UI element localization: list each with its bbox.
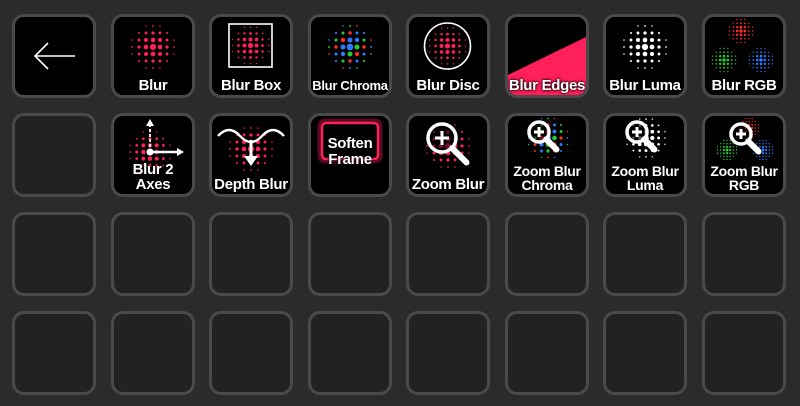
key-zoom-blur-chroma[interactable]: Zoom Blur Chroma: [505, 113, 589, 197]
key-label: Zoom Blur: [411, 176, 485, 193]
key-label: Zoom Blur Chroma: [513, 163, 581, 193]
key-empty-15[interactable]: [505, 311, 589, 395]
key-label: Blur Chroma: [312, 78, 388, 93]
key-empty-11[interactable]: [111, 311, 195, 395]
stream-deck-grid: Blur Blur Box Blur Chroma Blur Disc Blur Edg…: [0, 0, 800, 406]
key-empty-3[interactable]: [111, 212, 195, 296]
key-blur-disc[interactable]: Blur Disc: [406, 14, 490, 98]
key-empty-4[interactable]: [209, 212, 293, 296]
key-label: Blur Box: [220, 77, 282, 94]
key-empty-5[interactable]: [308, 212, 392, 296]
key-zoom-blur-luma[interactable]: Zoom Blur Luma: [603, 113, 687, 197]
key-blur-2-axes[interactable]: Blur 2 Axes: [111, 113, 195, 197]
key-back[interactable]: [12, 14, 96, 98]
key-blur-box[interactable]: Blur Box: [209, 14, 293, 98]
key-depth-blur[interactable]: Depth Blur: [209, 113, 293, 197]
key-label: Blur Edges: [508, 77, 586, 94]
key-empty-14[interactable]: [406, 311, 490, 395]
key-empty-1[interactable]: [12, 113, 96, 197]
key-empty-6[interactable]: [406, 212, 490, 296]
key-label: Depth Blur: [214, 176, 288, 193]
key-empty-9[interactable]: [702, 212, 786, 296]
key-label: Blur 2 Axes: [132, 161, 174, 193]
key-label: Blur RGB: [711, 77, 777, 94]
key-blur-rgb[interactable]: Blur RGB: [702, 14, 786, 98]
key-blur-edges[interactable]: Blur Edges: [505, 14, 589, 98]
key-label: Zoom Blur RGB: [710, 163, 778, 193]
key-empty-16[interactable]: [603, 311, 687, 395]
key-soften-frame[interactable]: Soften Frame: [308, 113, 392, 197]
back-arrow-icon: [33, 42, 75, 70]
key-zoom-blur-rgb[interactable]: Zoom Blur RGB: [702, 113, 786, 197]
key-empty-7[interactable]: [505, 212, 589, 296]
key-blur[interactable]: Blur: [111, 14, 195, 98]
key-label: Blur Disc: [416, 77, 480, 94]
key-empty-12[interactable]: [209, 311, 293, 395]
key-empty-13[interactable]: [308, 311, 392, 395]
key-label: Soften Frame: [327, 135, 373, 168]
key-blur-chroma[interactable]: Blur Chroma: [308, 14, 392, 98]
key-blur-luma[interactable]: Blur Luma: [603, 14, 687, 98]
key-label: Zoom Blur Luma: [611, 163, 679, 193]
key-label: Blur: [138, 77, 168, 94]
key-empty-17[interactable]: [702, 311, 786, 395]
key-label: Blur Luma: [609, 77, 681, 94]
key-empty-8[interactable]: [603, 212, 687, 296]
key-empty-10[interactable]: [12, 311, 96, 395]
key-zoom-blur[interactable]: Zoom Blur: [406, 113, 490, 197]
key-empty-2[interactable]: [12, 212, 96, 296]
